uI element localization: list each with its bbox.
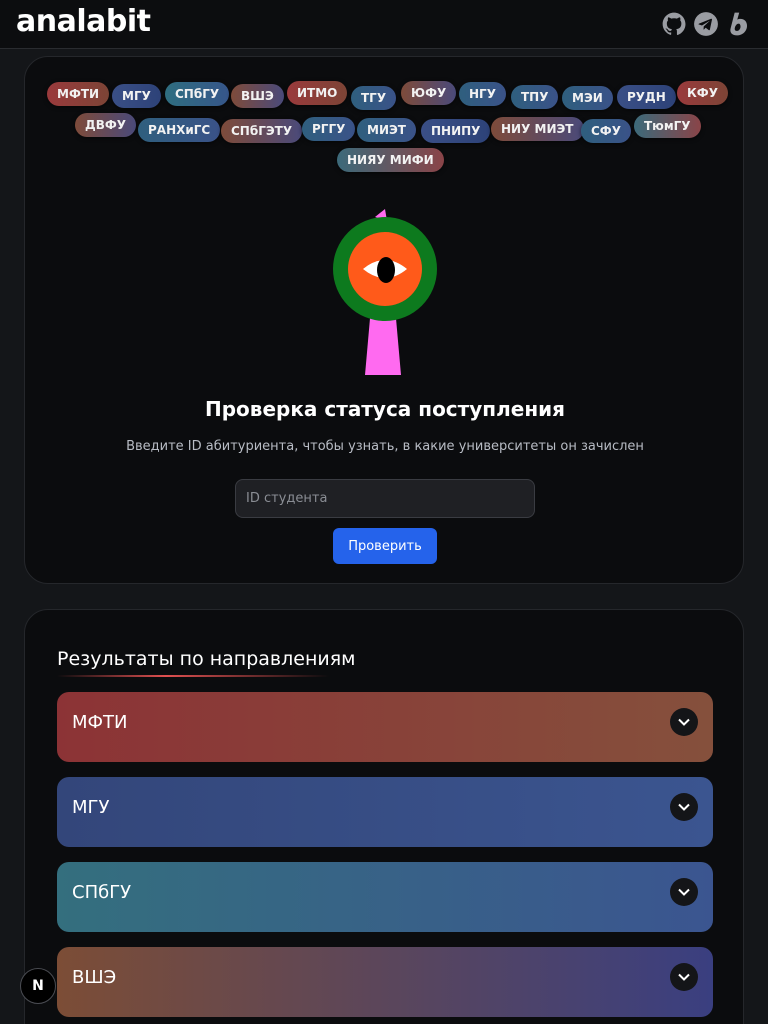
- university-chip[interactable]: НИЯУ МИФИ: [337, 148, 444, 172]
- nextjs-badge-icon[interactable]: N: [20, 968, 56, 1004]
- university-chip[interactable]: РУДН: [617, 85, 676, 109]
- university-chip[interactable]: МЭИ: [562, 86, 613, 110]
- accordion-item[interactable]: ВШЭ: [57, 947, 713, 1017]
- accordion-label: МФТИ: [72, 712, 128, 733]
- university-chip[interactable]: КФУ: [677, 81, 728, 105]
- university-chip[interactable]: МГУ: [112, 84, 161, 108]
- university-chip[interactable]: ТГУ: [351, 86, 397, 110]
- student-id-input[interactable]: [235, 479, 535, 518]
- chevron-down-icon[interactable]: [670, 878, 698, 906]
- page-title: Проверка статуса поступления: [205, 397, 565, 421]
- page-subtitle: Введите ID абитуриента, чтобы узнать, в …: [126, 439, 644, 454]
- university-chip[interactable]: СПбГУ: [165, 82, 230, 106]
- university-chip[interactable]: ТюмГУ: [634, 114, 701, 138]
- title-underline: [57, 675, 329, 677]
- chevron-down-icon[interactable]: [670, 793, 698, 821]
- app-logo[interactable]: analabit: [16, 4, 151, 39]
- chevron-down-icon[interactable]: [670, 708, 698, 736]
- university-chip[interactable]: РГГУ: [302, 117, 356, 141]
- top-header: analabit: [0, 0, 768, 49]
- boosty-icon[interactable]: [726, 11, 752, 37]
- accordion-item[interactable]: МГУ: [57, 777, 713, 847]
- university-chip[interactable]: ТПУ: [511, 85, 559, 109]
- university-chip[interactable]: НИУ МИЭТ: [491, 117, 584, 141]
- telegram-icon[interactable]: [693, 11, 719, 37]
- university-chip[interactable]: СПбГЭТУ: [221, 119, 303, 143]
- accordion-item[interactable]: СПбГУ: [57, 862, 713, 932]
- github-icon[interactable]: [661, 11, 687, 37]
- accordion-item[interactable]: МФТИ: [57, 692, 713, 762]
- results-card: Результаты по направлениям МФТИ МГУ СПбГ…: [24, 609, 744, 1024]
- university-chip[interactable]: ПНИПУ: [421, 119, 491, 143]
- university-chip[interactable]: НГУ: [459, 82, 506, 106]
- accordion-label: ВШЭ: [72, 967, 117, 988]
- accordion-label: МГУ: [72, 797, 110, 818]
- university-chip[interactable]: МФТИ: [47, 82, 110, 106]
- results-title: Результаты по направлениям: [57, 648, 356, 670]
- admission-check-card: МФТИ МГУ СПбГУ ВШЭ ИТМО ТГУ ЮФУ НГУ ТПУ …: [24, 56, 744, 584]
- university-chip[interactable]: ЮФУ: [401, 81, 457, 105]
- university-chip[interactable]: СФУ: [581, 119, 631, 143]
- accordion-label: СПбГУ: [72, 882, 132, 903]
- check-button[interactable]: Проверить: [333, 528, 437, 564]
- university-chip[interactable]: РАНХиГС: [138, 118, 221, 142]
- university-chip[interactable]: ИТМО: [287, 81, 348, 105]
- eye-mascot-icon: [329, 207, 441, 377]
- university-chip[interactable]: ВШЭ: [231, 84, 284, 108]
- university-chip[interactable]: МИЭТ: [357, 118, 416, 142]
- chevron-down-icon[interactable]: [670, 963, 698, 991]
- university-chip[interactable]: ДВФУ: [75, 113, 136, 137]
